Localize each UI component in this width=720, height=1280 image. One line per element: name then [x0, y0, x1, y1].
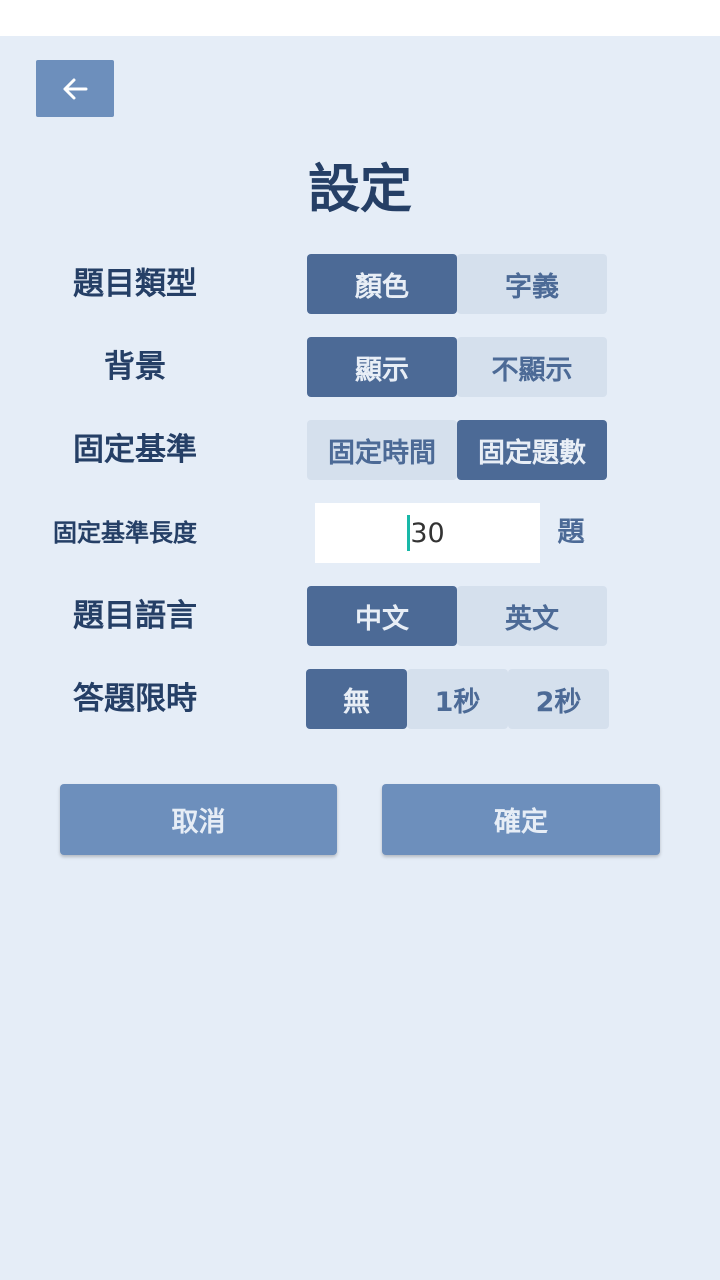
- option-hide[interactable]: 不顯示: [457, 337, 607, 397]
- option-fixed-time[interactable]: 固定時間: [307, 420, 457, 480]
- option-meaning[interactable]: 字義: [457, 254, 607, 314]
- back-button[interactable]: [36, 60, 114, 117]
- question-type-label: 題目類型: [73, 266, 197, 302]
- option-fixed-count[interactable]: 固定題數: [457, 420, 607, 480]
- option-2-seconds[interactable]: 2秒: [508, 669, 609, 729]
- option-color[interactable]: 顏色: [307, 254, 457, 314]
- option-show[interactable]: 顯示: [307, 337, 457, 397]
- settings-screen: 設定 題目類型 顏色 字義 背景 顯示 不顯示 固定基準 固定時間 固定題數 固…: [0, 36, 720, 1280]
- language-label: 題目語言: [73, 598, 197, 634]
- confirm-button[interactable]: 確定: [382, 784, 660, 855]
- background-label: 背景: [104, 349, 166, 385]
- cancel-button[interactable]: 取消: [60, 784, 337, 855]
- option-no-limit[interactable]: 無: [306, 669, 407, 729]
- option-chinese[interactable]: 中文: [307, 586, 457, 646]
- basis-length-input[interactable]: 30: [315, 503, 540, 563]
- option-1-second[interactable]: 1秒: [407, 669, 508, 729]
- page-title: 設定: [307, 160, 412, 220]
- fixed-basis-label: 固定基準: [73, 432, 197, 468]
- basis-length-label: 固定基準長度: [53, 519, 197, 547]
- basis-length-value: 30: [407, 514, 445, 551]
- text-caret: [407, 514, 411, 551]
- basis-length-unit: 題: [557, 517, 585, 548]
- option-english[interactable]: 英文: [457, 586, 607, 646]
- arrow-left-icon: [63, 78, 88, 99]
- time-limit-label: 答題限時: [73, 681, 197, 717]
